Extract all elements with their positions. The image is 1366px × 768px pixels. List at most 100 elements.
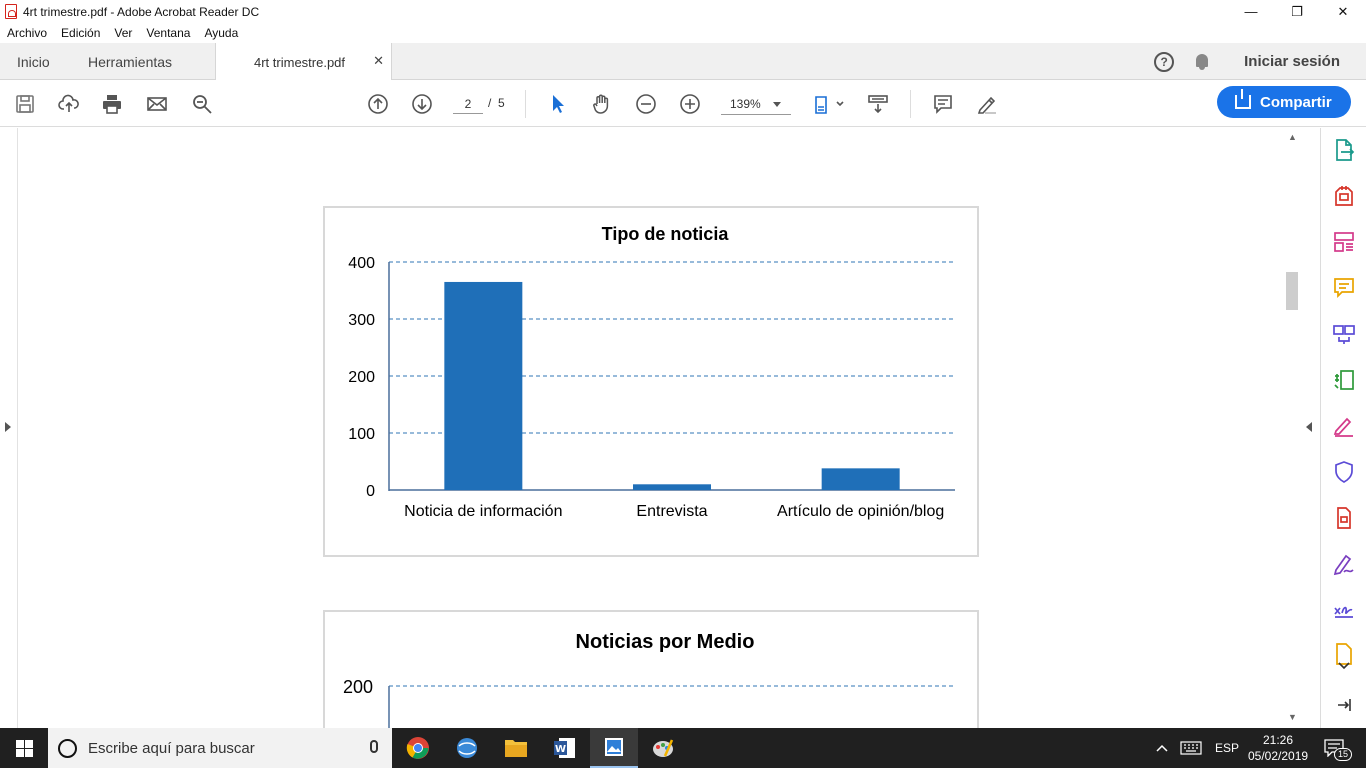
language-indicator[interactable]: ESP (1215, 728, 1239, 768)
x-tick-label: Noticia de información (404, 503, 562, 520)
tab-inicio[interactable]: Inicio (17, 43, 50, 80)
upload-cloud-icon[interactable] (57, 92, 81, 116)
tab-bar: Inicio Herramientas 4rt trimestre.pdf ✕ … (0, 43, 1366, 81)
menu-archivo[interactable]: Archivo (7, 26, 47, 40)
organize-pages-icon[interactable] (1332, 368, 1356, 392)
bar-0 (444, 281, 523, 490)
email-icon[interactable] (145, 92, 169, 116)
tools-pane (1320, 128, 1366, 728)
share-icon (1235, 89, 1251, 109)
action-center-icon[interactable]: 15 (1324, 728, 1353, 768)
bar-1 (633, 484, 711, 490)
acrobat-window: 4rt trimestre.pdf - Adobe Acrobat Reader… (0, 0, 1366, 768)
export-pdf-icon[interactable] (1332, 138, 1356, 162)
keyboard-icon[interactable] (1180, 728, 1202, 768)
chart-noticias-por-medio-svg: Noticias por Medio 200 (343, 631, 955, 728)
search-placeholder: Escribe aquí para buscar (88, 739, 255, 757)
select-arrow-icon[interactable] (546, 92, 570, 116)
expand-left-panel-icon[interactable] (5, 422, 11, 432)
hand-tool-icon[interactable] (590, 92, 614, 116)
tab-close-icon[interactable]: ✕ (373, 53, 384, 69)
taskbar-clock[interactable]: 21:26 05/02/2019 (1248, 732, 1308, 764)
comment-icon[interactable] (931, 92, 955, 116)
zoom-value: 139% (730, 97, 761, 111)
vertical-scrollbar[interactable]: ▲ ▼ (1284, 128, 1301, 728)
chevron-down-icon[interactable] (1336, 658, 1352, 674)
toolbar-divider-2 (910, 90, 911, 118)
zoom-out-icon[interactable] (634, 92, 658, 116)
page-number-input[interactable]: 2 (453, 94, 483, 114)
previous-page-icon[interactable] (366, 92, 390, 116)
pen-sign-icon[interactable] (975, 92, 999, 116)
windows-taskbar: Escribe aquí para buscar W ESP 21:26 05/… (0, 728, 1366, 768)
create-pdf-icon[interactable] (1332, 184, 1356, 208)
windows-logo-icon (15, 739, 33, 757)
page-total: 5 (498, 96, 505, 110)
acrobat-logo-icon (5, 4, 17, 19)
y-tick-label: 200 (343, 677, 373, 697)
comment-tool-icon[interactable] (1332, 276, 1356, 300)
word-app-icon[interactable]: W (541, 728, 589, 768)
minimize-button[interactable]: — (1228, 0, 1274, 23)
next-page-icon[interactable] (410, 92, 434, 116)
help-icon[interactable]: ? (1154, 51, 1175, 72)
tab-document-label: 4rt trimestre.pdf (254, 54, 346, 70)
scroll-up-icon[interactable]: ▲ (1288, 132, 1297, 142)
chrome-app-icon[interactable] (394, 728, 442, 768)
clock-time: 21:26 (1262, 733, 1294, 747)
certificates-icon[interactable] (1332, 598, 1356, 622)
maximize-button[interactable]: ❐ (1274, 0, 1320, 23)
menu-bar: Archivo Edición Ver Ventana Ayuda (0, 23, 1366, 43)
print-icon[interactable] (100, 92, 124, 116)
x-tick-label: Entrevista (636, 503, 707, 520)
send-for-signature-icon[interactable] (1332, 552, 1356, 576)
scrollbar-thumb[interactable] (1286, 272, 1298, 310)
signin-link[interactable]: Iniciar sesión (1244, 53, 1340, 70)
bar-2 (821, 468, 900, 490)
collapse-pane-icon[interactable] (1335, 696, 1353, 714)
page-separator: / (488, 96, 492, 110)
print-production-icon[interactable] (1332, 506, 1356, 530)
microphone-icon[interactable] (370, 740, 378, 753)
menu-ver[interactable]: Ver (114, 26, 132, 40)
paint-app-icon[interactable] (639, 728, 687, 768)
y-tick-label: 400 (348, 255, 375, 272)
title-bar: 4rt trimestre.pdf - Adobe Acrobat Reader… (0, 0, 1366, 23)
tab-document[interactable]: 4rt trimestre.pdf ✕ (215, 43, 392, 81)
bell-icon[interactable] (1194, 53, 1210, 71)
menu-edicion[interactable]: Edición (61, 26, 100, 40)
y-tick-label: 200 (348, 369, 375, 386)
file-explorer-app-icon[interactable] (492, 728, 540, 768)
menu-ventana[interactable]: Ventana (146, 26, 190, 40)
zoom-dropdown[interactable]: 139% (721, 93, 791, 115)
taskbar-search[interactable]: Escribe aquí para buscar (48, 728, 392, 768)
tab-bar-right: ? Iniciar sesión (1154, 43, 1366, 80)
save-icon[interactable] (13, 92, 37, 116)
menu-ayuda[interactable]: Ayuda (204, 26, 238, 40)
edit-pdf-icon[interactable] (1332, 230, 1356, 254)
network-globe-app-icon[interactable] (443, 728, 491, 768)
zoom-in-icon[interactable] (678, 92, 702, 116)
tab-herramientas[interactable]: Herramientas (88, 43, 172, 80)
x-tick-label: Artículo de opinión/blog (777, 503, 944, 520)
window-title: 4rt trimestre.pdf - Adobe Acrobat Reader… (23, 4, 260, 19)
chart-tipo-de-noticia-svg: Tipo de noticia 0 100 200 300 400 Noticia de i… (348, 224, 955, 520)
read-mode-icon[interactable] (866, 92, 890, 116)
combine-files-icon[interactable] (1332, 322, 1356, 346)
scroll-down-icon[interactable]: ▼ (1288, 712, 1297, 722)
chart-title: Tipo de noticia (602, 224, 730, 244)
protect-shield-icon[interactable] (1332, 460, 1356, 484)
collapse-right-panel-icon[interactable] (1306, 422, 1312, 432)
windows-start-button[interactable] (0, 728, 48, 768)
zoom-search-icon[interactable] (190, 92, 214, 116)
y-tick-label: 300 (348, 312, 375, 329)
close-window-button[interactable]: ✕ (1320, 0, 1366, 23)
fill-sign-icon[interactable] (1332, 414, 1356, 438)
tray-chevron-icon[interactable] (1156, 728, 1168, 768)
fit-page-icon[interactable] (812, 92, 846, 116)
chart-tipo-de-noticia: Tipo de noticia 0 100 200 300 400 Noticia de i… (323, 206, 979, 557)
document-viewport[interactable]: Tipo de noticia 0 100 200 300 400 Noticia de i… (0, 128, 1320, 728)
chevron-down-icon (773, 102, 781, 107)
photos-app-icon[interactable] (590, 728, 638, 768)
share-button[interactable]: Compartir (1217, 86, 1351, 118)
